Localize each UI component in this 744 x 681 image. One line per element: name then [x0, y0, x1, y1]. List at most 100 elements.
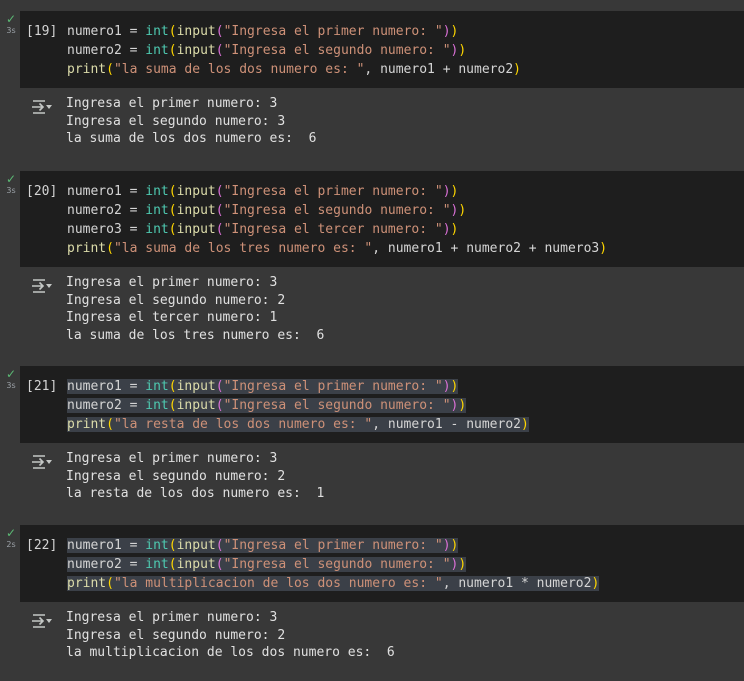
code-token: "Ingresa el primer numero: ": [223, 379, 443, 394]
code-token: (: [168, 398, 177, 413]
code-token: numero1: [458, 576, 514, 591]
code-token: =: [121, 24, 146, 39]
output-line: Ingresa el primer numero: 3: [66, 610, 278, 625]
code-editor[interactable]: [19] numero1 = int(input("Ingresa el prim…: [20, 11, 744, 88]
code-token: print: [67, 417, 107, 432]
code-token: input: [176, 24, 216, 39]
code-token: input: [176, 184, 216, 199]
code-lines[interactable]: numero1 = int(input("Ingresa el primer n…: [67, 536, 600, 593]
execution-count: [21]: [26, 379, 58, 394]
code-line[interactable]: numero2 = int(input("Ingresa el segundo …: [67, 396, 529, 415]
code-token: (: [168, 379, 177, 394]
cell-output: Ingresa el primer numero: 3 Ingresa el se…: [20, 274, 744, 354]
cell-output: Ingresa el primer numero: 3 Ingresa el se…: [20, 95, 744, 157]
code-lines[interactable]: numero1 = int(input("Ingresa el primer n…: [67, 182, 607, 258]
cell-run-status[interactable]: ✓ 3s: [0, 366, 22, 391]
code-token: print: [67, 241, 107, 256]
code-token: ,: [442, 576, 459, 591]
code-token: ): [450, 379, 459, 394]
code-token: ): [513, 62, 521, 77]
output-line: la suma de los dos numero es: 6: [66, 131, 317, 146]
code-token: int: [145, 43, 169, 58]
code-token: (: [215, 222, 224, 237]
code-line[interactable]: numero1 = int(input("Ingresa el primer n…: [67, 536, 599, 555]
code-token: (: [168, 43, 177, 58]
code-line[interactable]: numero1 = int(input("Ingresa el primer n…: [67, 182, 607, 201]
code-token: =: [121, 222, 146, 237]
output-actions-icon[interactable]: [31, 99, 53, 115]
code-token: (: [168, 538, 177, 553]
code-token: numero1: [67, 538, 122, 553]
cell-run-status[interactable]: ✓ 3s: [0, 171, 22, 196]
code-line[interactable]: numero1 = int(input("Ingresa el primer n…: [67, 377, 529, 396]
output-line: Ingresa el segundo numero: 3: [66, 113, 286, 129]
code-token: ,: [372, 241, 388, 256]
output-line: Ingresa el segundo numero: 2: [66, 292, 286, 308]
code-lines[interactable]: numero1 = int(input("Ingresa el primer n…: [67, 22, 521, 79]
output-line: Ingresa el segundo numero: 2: [66, 468, 286, 484]
code-token: (: [106, 241, 114, 256]
code-token: (: [168, 24, 177, 39]
code-token: ): [458, 557, 467, 572]
notebook-cell: ✓ 3s [20] numero1 = int(input("Ingresa el p…: [0, 171, 744, 354]
code-token: (: [215, 24, 224, 39]
code-token: int: [145, 184, 169, 199]
code-token: numero1: [67, 24, 122, 39]
output-actions-icon[interactable]: [31, 613, 53, 629]
code-token: ,: [364, 62, 381, 77]
code-token: (: [215, 557, 224, 572]
code-token: ): [458, 203, 467, 218]
code-line[interactable]: numero2 = int(input("Ingresa el segundo …: [67, 41, 521, 60]
code-token: (: [215, 184, 224, 199]
code-editor[interactable]: [21] numero1 = int(input("Ingresa el prim…: [20, 366, 744, 443]
code-token: numero2: [466, 417, 521, 432]
code-line[interactable]: print("la suma de los tres numero es: ",…: [67, 239, 607, 258]
output-line: la multiplicacion de los dos numero es: …: [66, 645, 395, 660]
code-token: numero1: [387, 241, 443, 256]
cell-run-status[interactable]: ✓ 2s: [0, 525, 22, 550]
code-token: numero1: [67, 184, 122, 199]
output-actions-icon[interactable]: [31, 278, 53, 294]
code-token: "Ingresa el tercer numero: ": [223, 222, 443, 237]
code-token: "Ingresa el primer numero: ": [223, 24, 443, 39]
code-editor[interactable]: [20] numero1 = int(input("Ingresa el prim…: [20, 171, 744, 267]
output-line: la resta de los dos numero es: 1: [66, 486, 325, 501]
notebook-cell: ✓ 3s [21] numero1 = int(input("Ingresa el p…: [0, 366, 744, 512]
code-line[interactable]: numero2 = int(input("Ingresa el segundo …: [67, 201, 607, 220]
code-token: (: [215, 538, 224, 553]
code-token: ): [442, 24, 451, 39]
code-token: int: [145, 538, 169, 553]
code-line[interactable]: numero3 = int(input("Ingresa el tercer n…: [67, 220, 607, 239]
code-line[interactable]: print("la resta de los dos numero es: ",…: [67, 415, 529, 434]
code-token: ): [442, 379, 451, 394]
code-line[interactable]: numero2 = int(input("Ingresa el segundo …: [67, 555, 599, 574]
code-line[interactable]: print("la suma de los dos numero es: ", …: [67, 60, 521, 79]
code-token: print: [67, 62, 107, 77]
code-token: =: [121, 538, 146, 553]
output-line: Ingresa el segundo numero: 2: [66, 627, 286, 643]
code-token: (: [168, 222, 177, 237]
checkmark-icon: ✓: [5, 367, 17, 381]
code-token: input: [176, 203, 216, 218]
code-token: =: [121, 557, 146, 572]
code-token: (: [168, 184, 177, 199]
code-token: "la suma de los dos numero es: ": [113, 62, 365, 77]
output-line: Ingresa el primer numero: 3: [66, 275, 278, 290]
code-token: (: [168, 203, 177, 218]
code-token: input: [176, 538, 216, 553]
code-token: (: [168, 557, 177, 572]
code-token: "Ingresa el segundo numero: ": [223, 43, 451, 58]
output-actions-icon[interactable]: [31, 454, 53, 470]
code-token: numero1: [67, 379, 122, 394]
cell-run-status[interactable]: ✓ 3s: [0, 11, 22, 36]
code-token: (: [106, 417, 114, 432]
code-token: ): [520, 417, 529, 432]
cell-output: Ingresa el primer numero: 3 Ingresa el se…: [20, 450, 744, 512]
code-line[interactable]: print("la multiplicacion de los dos nume…: [67, 574, 600, 593]
code-editor[interactable]: [22] numero1 = int(input("Ingresa el prim…: [20, 525, 744, 602]
code-lines[interactable]: numero1 = int(input("Ingresa el primer n…: [67, 377, 529, 434]
code-line[interactable]: numero1 = int(input("Ingresa el primer n…: [67, 22, 521, 41]
code-token: (: [106, 576, 114, 591]
code-token: ): [450, 24, 459, 39]
code-token: (: [215, 379, 224, 394]
